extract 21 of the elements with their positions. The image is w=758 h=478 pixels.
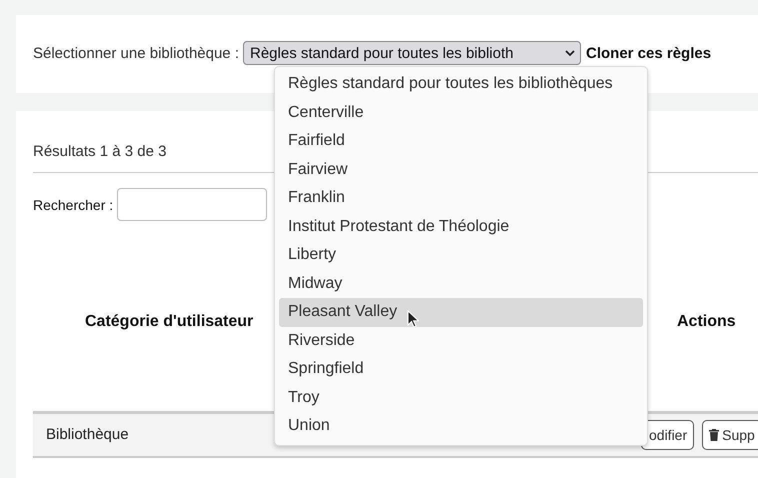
dropdown-option[interactable]: Institut Protestant de Théologie [279, 212, 643, 241]
dropdown-option[interactable]: Pleasant Valley [279, 298, 643, 326]
dropdown-option[interactable]: Union [279, 412, 643, 440]
dropdown-option[interactable]: Midway [279, 270, 643, 298]
dropdown-option[interactable]: Liberty [279, 241, 643, 270]
delete-button[interactable]: Supp [702, 420, 758, 450]
dropdown-option[interactable]: Franklin [279, 184, 643, 212]
group-heading: Bibliothèque [46, 426, 129, 443]
search-label: Rechercher : [33, 196, 114, 212]
chevron-icon [565, 50, 575, 56]
dropdown-option[interactable]: Springfield [279, 355, 643, 384]
dropdown-option[interactable]: Troy [279, 384, 643, 412]
dropdown-option[interactable]: Riverside [279, 326, 643, 355]
clone-label[interactable]: Cloner ces règles [586, 44, 712, 62]
dropdown-option[interactable]: Règles standard pour toutes les bibliothèques [279, 70, 643, 98]
dropdown-option[interactable]: Fairfield [279, 127, 643, 156]
library-select[interactable]: Règles standard pour toutes les biblioth [243, 41, 581, 65]
selector-label: Sélectionner une bibliothèque : [33, 44, 239, 62]
search-field[interactable] [117, 188, 268, 221]
trash-icon [709, 429, 720, 441]
mouse-pointer-icon [407, 310, 419, 328]
